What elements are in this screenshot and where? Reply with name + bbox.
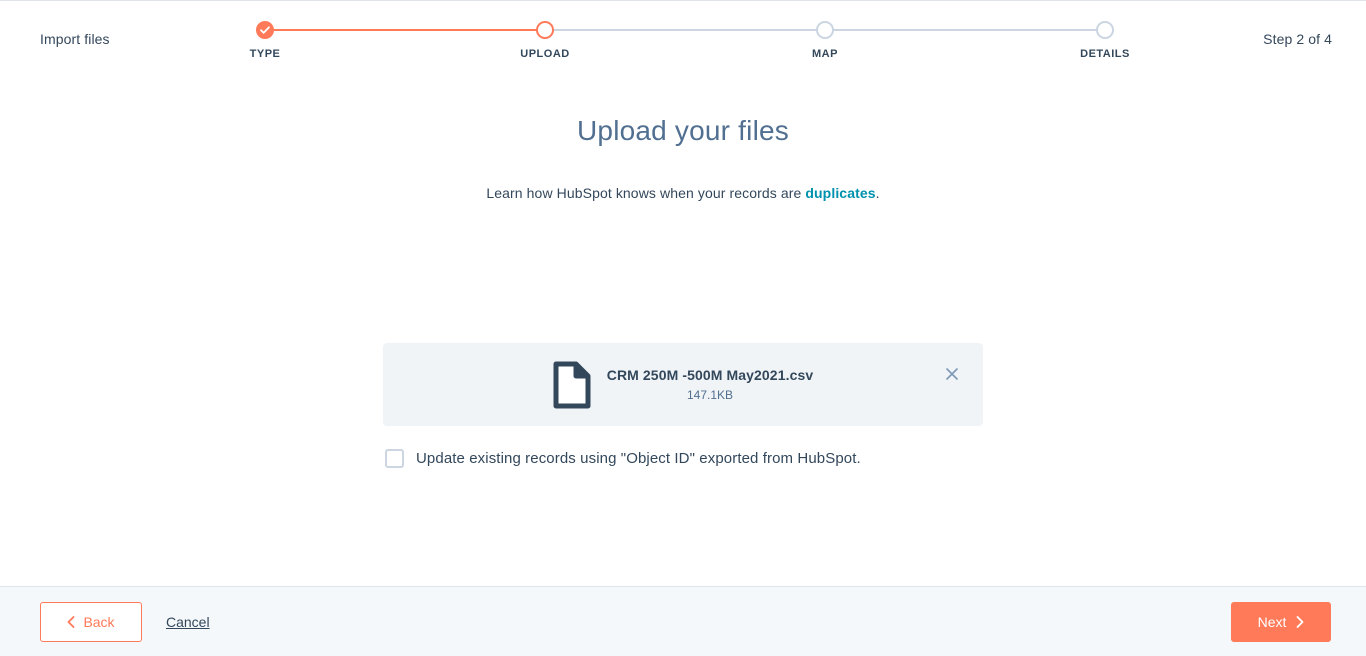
next-button[interactable]: Next [1231, 601, 1331, 642]
subtitle-prefix: Learn how HubSpot knows when your record… [486, 185, 806, 201]
cancel-button[interactable]: Cancel [166, 614, 210, 630]
uploaded-file-content: CRM 250M -500M May2021.csv 147.1KB [383, 343, 983, 426]
update-existing-records-label: Update existing records using "Object ID… [416, 450, 861, 467]
footer-left-actions: Back Cancel [40, 601, 210, 642]
back-button[interactable]: Back [40, 601, 142, 642]
next-button-label: Next [1257, 613, 1287, 630]
remove-file-button[interactable] [941, 363, 963, 385]
document-icon [553, 361, 591, 408]
update-existing-records-checkbox-row[interactable]: Update existing records using "Object ID… [385, 449, 861, 468]
close-icon [946, 368, 958, 380]
step-dot-details [1096, 21, 1114, 39]
step-label-map: MAP [812, 48, 838, 60]
stepper-connector-1 [265, 29, 545, 31]
file-meta: CRM 250M -500M May2021.csv 147.1KB [607, 365, 813, 404]
stepper-connector-2 [545, 29, 825, 31]
wizard-footer: Back Cancel Next [0, 586, 1366, 656]
import-wizard: Import files TYPE UPLOAD MAP DETAILS Ste… [0, 0, 1366, 656]
chevron-right-icon [1296, 615, 1304, 628]
step-dot-type [256, 21, 274, 39]
back-button-label: Back [83, 613, 115, 630]
step-label-type: TYPE [249, 48, 281, 60]
progress-stepper: TYPE UPLOAD MAP DETAILS [250, 21, 1129, 71]
step-label-details: DETAILS [1080, 48, 1130, 60]
step-dot-map [816, 21, 834, 39]
file-name: CRM 250M -500M May2021.csv [606, 367, 814, 383]
update-existing-records-checkbox[interactable] [385, 449, 404, 468]
subtitle-text: Learn how HubSpot knows when your record… [0, 185, 1366, 201]
page-title: Upload your files [577, 115, 789, 146]
duplicates-link[interactable]: duplicates [805, 185, 875, 201]
subtitle-suffix: . [875, 185, 880, 201]
uploaded-file-card: CRM 250M -500M May2021.csv 147.1KB [383, 343, 983, 426]
wizard-body: Upload your files Learn how HubSpot know… [0, 115, 1366, 624]
step-dot-upload [536, 21, 554, 39]
step-label-upload: UPLOAD [520, 48, 570, 60]
page-header-title: Import files [40, 31, 110, 47]
stepper-connector-3 [825, 29, 1105, 31]
check-icon [260, 26, 270, 34]
file-size: 147.1KB [686, 388, 734, 402]
step-counter: Step 2 of 4 [1263, 31, 1332, 47]
wizard-header: Import files TYPE UPLOAD MAP DETAILS Ste… [0, 1, 1366, 77]
chevron-left-icon [68, 615, 75, 628]
